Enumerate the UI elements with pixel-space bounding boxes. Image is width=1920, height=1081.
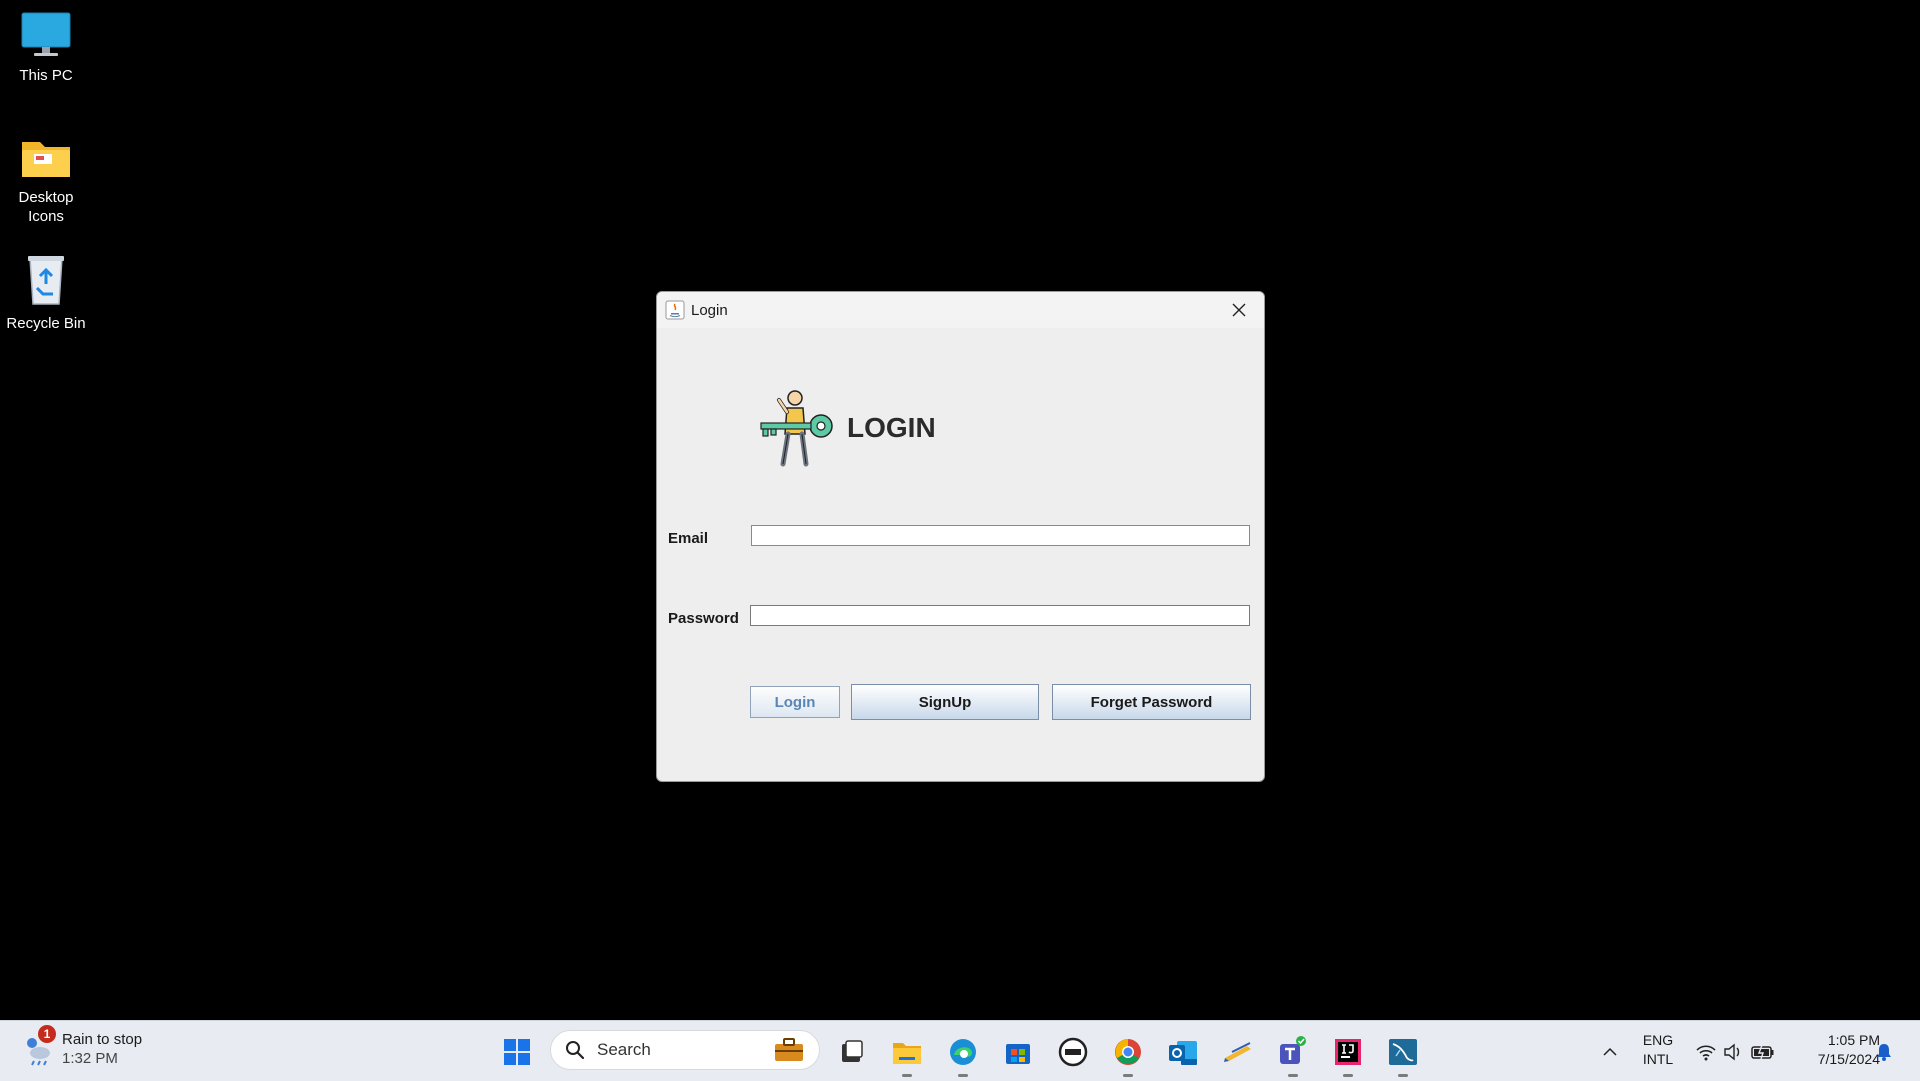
work-bag-icon	[775, 1038, 803, 1061]
store-icon	[1006, 1044, 1030, 1064]
start-icon	[504, 1039, 530, 1065]
signup-button[interactable]: SignUp	[851, 684, 1039, 720]
bell-icon	[1877, 1044, 1891, 1061]
keyboard-layout: INTL	[1642, 1051, 1674, 1067]
taskbar-mysql-workbench[interactable]	[1385, 1034, 1421, 1077]
show-hidden-icons-button[interactable]	[1592, 1034, 1628, 1070]
forget-password-button[interactable]: Forget Password	[1052, 684, 1251, 720]
search-icon	[566, 1041, 585, 1060]
taskbar-file-explorer[interactable]	[889, 1034, 925, 1077]
edge-icon	[950, 1039, 976, 1065]
taskbar-store[interactable]	[1000, 1034, 1036, 1070]
desktop-icon-folder[interactable]: Desktop Icons	[0, 132, 92, 226]
running-indicator	[1123, 1074, 1133, 1077]
taskbar-pen-tool[interactable]	[1220, 1034, 1256, 1070]
desktop-icon-label: Recycle Bin	[6, 315, 86, 332]
dell-icon	[1058, 1037, 1088, 1067]
running-indicator	[958, 1074, 968, 1077]
battery-charging-icon	[1751, 1044, 1774, 1060]
outlook-icon	[1169, 1041, 1197, 1065]
network-volume-battery[interactable]	[1690, 1034, 1780, 1070]
notification-center-button[interactable]	[1866, 1034, 1902, 1070]
person-with-key-icon	[760, 390, 833, 467]
taskbar-search[interactable]: Search	[550, 1030, 820, 1070]
taskbar-dell[interactable]	[1055, 1034, 1091, 1070]
desktop-icon-this-pc[interactable]: This PC	[0, 10, 92, 85]
language-indicator[interactable]: ENG INTL	[1638, 1031, 1678, 1069]
task-view-button[interactable]	[834, 1034, 870, 1070]
login-button[interactable]: Login	[750, 686, 840, 718]
taskbar-chrome[interactable]	[1110, 1034, 1146, 1077]
close-icon	[1232, 303, 1246, 317]
taskbar-teams[interactable]	[1275, 1034, 1311, 1077]
java-app-icon	[665, 300, 685, 320]
login-logo: LOGIN	[757, 388, 936, 468]
chevron-up-icon	[1603, 1047, 1617, 1056]
close-button[interactable]	[1222, 295, 1256, 325]
weather-text: Rain to stop	[62, 1031, 143, 1048]
running-indicator	[1398, 1074, 1408, 1077]
teams-icon	[1280, 1036, 1306, 1064]
file-explorer-icon	[893, 1043, 921, 1064]
login-window: Login LOGIN Email Password Login SignUp …	[656, 291, 1265, 782]
password-label: Password	[668, 610, 739, 627]
running-indicator	[1288, 1074, 1298, 1077]
taskbar-outlook[interactable]	[1165, 1034, 1201, 1070]
intellij-icon	[1335, 1039, 1361, 1065]
email-label: Email	[668, 530, 709, 547]
desktop-icon-recycle-bin[interactable]: Recycle Bin	[0, 252, 92, 333]
folder-icon	[22, 142, 70, 177]
email-field[interactable]	[751, 525, 1250, 546]
taskbar-edge[interactable]	[945, 1034, 981, 1077]
monitor-icon	[21, 12, 71, 56]
chrome-icon	[1115, 1039, 1141, 1065]
running-indicator	[1343, 1074, 1353, 1077]
mysql-workbench-icon	[1389, 1039, 1417, 1065]
running-indicator	[902, 1074, 912, 1077]
window-titlebar[interactable]: Login	[657, 292, 1264, 328]
recycle-bin-icon	[28, 256, 64, 305]
start-button[interactable]	[499, 1034, 535, 1070]
desktop-icon-label: This PC	[19, 67, 73, 84]
language-code: ENG	[1642, 1032, 1674, 1048]
window-title: Login	[691, 301, 728, 319]
taskbar: 1 Rain to stop 1:32 PM Search ENG INTL 1…	[0, 1020, 1920, 1081]
desktop-icon-label: Desktop Icons	[18, 189, 74, 225]
search-placeholder: Search	[597, 1040, 651, 1059]
taskbar-intellij[interactable]	[1330, 1034, 1366, 1077]
login-heading: LOGIN	[847, 412, 936, 443]
weather-time: 1:32 PM	[62, 1050, 118, 1067]
weather-widget[interactable]: 1 Rain to stop 1:32 PM	[22, 1025, 143, 1068]
volume-icon	[1724, 1043, 1740, 1061]
pen-tool-icon	[1224, 1042, 1251, 1062]
password-field[interactable]	[750, 605, 1250, 626]
wifi-icon	[1696, 1045, 1716, 1061]
notification-badge: 1	[38, 1025, 56, 1043]
task-view-icon	[842, 1040, 863, 1062]
